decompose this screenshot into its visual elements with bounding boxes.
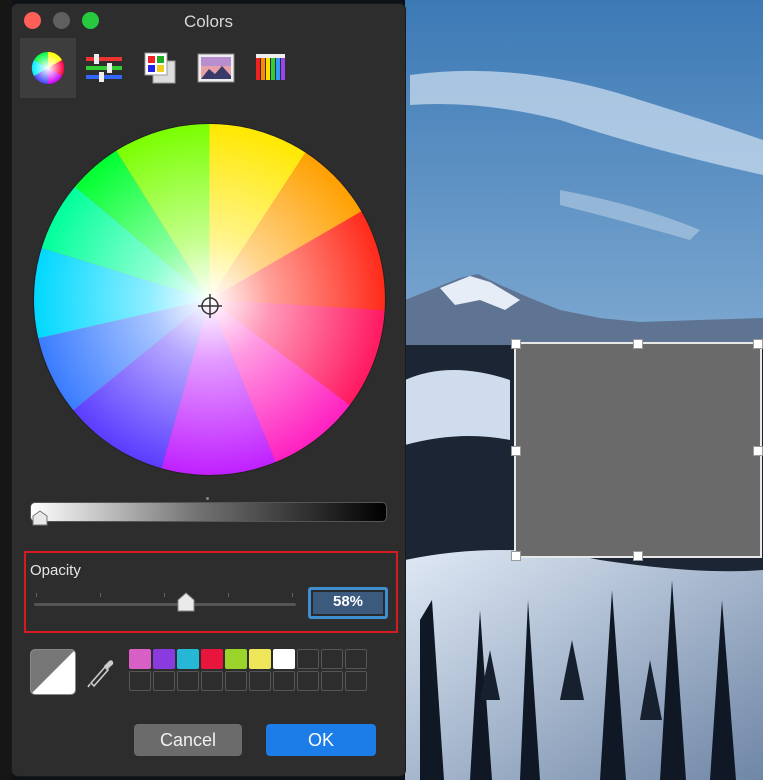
current-color-swatch[interactable]	[30, 649, 76, 695]
color-swatch[interactable]	[201, 649, 223, 669]
empty-swatch[interactable]	[249, 671, 271, 691]
opacity-value: 58%	[313, 592, 383, 614]
empty-swatch[interactable]	[177, 671, 199, 691]
opacity-tick	[100, 593, 101, 597]
opacity-label: Opacity	[30, 562, 81, 579]
tab-color-sliders[interactable]	[76, 38, 132, 98]
color-swatch[interactable]	[249, 649, 271, 669]
brightness-slider[interactable]	[30, 502, 387, 522]
opacity-value-field[interactable]: 58%	[308, 587, 388, 619]
tab-color-wheel[interactable]	[20, 38, 76, 98]
opacity-tick	[164, 593, 165, 597]
empty-swatch[interactable]	[153, 671, 175, 691]
pencils-icon	[256, 54, 285, 80]
tab-color-palettes[interactable]	[132, 38, 188, 98]
color-mode-toolbar	[12, 38, 405, 100]
resize-handle-top-middle[interactable]	[633, 339, 643, 349]
window-title: Colors	[183, 12, 234, 31]
empty-swatch[interactable]	[129, 671, 151, 691]
empty-swatch[interactable]	[321, 649, 343, 669]
opacity-tick	[228, 593, 229, 597]
color-palettes-icon	[144, 52, 176, 84]
color-wheel-icon	[31, 51, 65, 85]
tab-pencils[interactable]	[244, 38, 300, 98]
color-swatch[interactable]	[177, 649, 199, 669]
color-swatch[interactable]	[273, 649, 295, 669]
selected-rectangle[interactable]	[514, 342, 762, 558]
opacity-tick	[292, 593, 293, 597]
color-swatch-grid	[129, 649, 369, 695]
resize-handle-bottom-left[interactable]	[511, 551, 521, 561]
resize-handle-top-left[interactable]	[511, 339, 521, 349]
empty-swatch[interactable]	[321, 671, 343, 691]
colors-panel: Colors Opacity 58% Cancel OK	[12, 4, 405, 776]
color-swatch[interactable]	[225, 649, 247, 669]
color-wheel[interactable]	[32, 122, 387, 477]
ok-button[interactable]: OK	[266, 724, 376, 756]
brightness-slider-thumb[interactable]	[32, 510, 48, 526]
opacity-slider-thumb[interactable]	[177, 592, 195, 612]
opacity-slider[interactable]	[34, 603, 296, 606]
empty-swatch[interactable]	[345, 671, 367, 691]
empty-swatch[interactable]	[345, 649, 367, 669]
empty-swatch[interactable]	[297, 671, 319, 691]
eyedropper-icon[interactable]	[86, 654, 116, 688]
resize-handle-middle-left[interactable]	[511, 446, 521, 456]
tab-image-palettes[interactable]	[188, 38, 244, 98]
image-palettes-icon	[197, 53, 235, 83]
opacity-tick	[36, 593, 37, 597]
color-swatch[interactable]	[153, 649, 175, 669]
resize-handle-top-right[interactable]	[753, 339, 763, 349]
brightness-tick	[206, 497, 209, 500]
color-sliders-icon	[86, 54, 122, 82]
empty-swatch[interactable]	[273, 671, 295, 691]
cancel-button[interactable]: Cancel	[134, 724, 242, 756]
color-swatch[interactable]	[129, 649, 151, 669]
empty-swatch[interactable]	[201, 671, 223, 691]
resize-handle-bottom-middle[interactable]	[633, 551, 643, 561]
empty-swatch[interactable]	[225, 671, 247, 691]
empty-swatch[interactable]	[297, 649, 319, 669]
resize-handle-middle-right[interactable]	[753, 446, 763, 456]
